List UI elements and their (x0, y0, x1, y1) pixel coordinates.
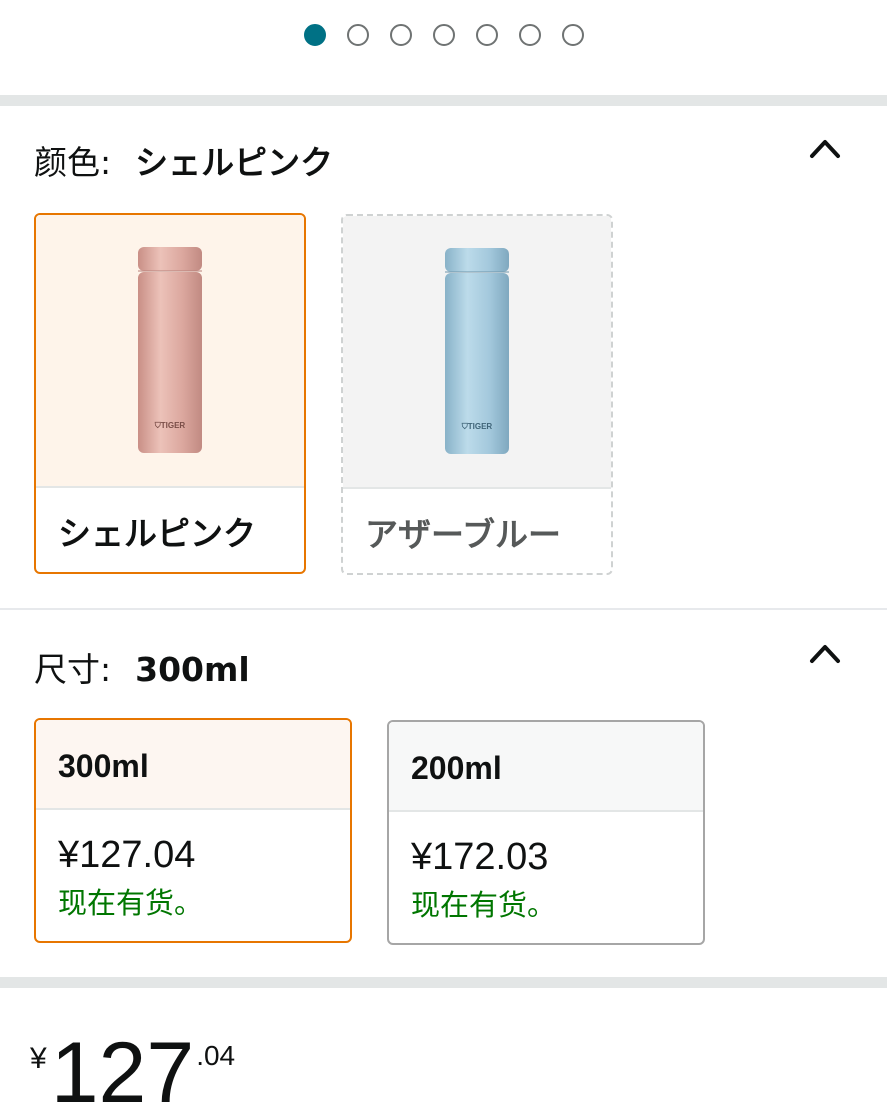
price-whole: 127 (50, 1025, 195, 1110)
size-option-title: 300ml (58, 748, 149, 784)
size-section-header[interactable]: 尺寸: 300ml (34, 643, 250, 691)
color-option-azure-blue[interactable]: ⛉TIGER アザーブルー (341, 214, 613, 575)
price-currency-symbol: ¥ (30, 1042, 47, 1075)
section-divider (0, 608, 887, 610)
color-section-header[interactable]: 颜色: シェルピンク (34, 136, 333, 184)
carousel-dot-1[interactable] (303, 24, 326, 46)
color-option-shell-pink[interactable]: ⛉TIGER シェルピンク (34, 213, 306, 574)
size-option-title: 200ml (411, 750, 502, 786)
carousel-dot-7[interactable] (561, 24, 584, 46)
brand-logo: ⛉TIGER (461, 422, 493, 431)
size-option-price: ¥172.03 (411, 836, 549, 878)
size-selected-value: 300ml (135, 650, 250, 689)
bottle-image-blue: ⛉TIGER (445, 248, 509, 454)
color-option-image: ⛉TIGER (343, 216, 611, 487)
brand-logo: ⛉TIGER (154, 421, 186, 430)
size-option-stock-status: 现在有货。 (58, 886, 204, 920)
chevron-up-icon[interactable] (809, 137, 841, 159)
product-price: ¥ 127 .04 (30, 1022, 235, 1110)
bottle-image-pink: ⛉TIGER (138, 247, 202, 453)
size-option-price: ¥127.04 (58, 834, 196, 876)
color-selected-value: シェルピンク (135, 143, 334, 182)
size-option-stock-status: 现在有货。 (411, 888, 557, 922)
color-option-label: シェルピンク (58, 514, 256, 553)
carousel-pagination (0, 24, 887, 46)
color-option-label: アザーブルー (365, 515, 562, 554)
carousel-dot-4[interactable] (432, 24, 455, 46)
color-label: 颜色: (34, 143, 112, 182)
size-option-200ml[interactable]: 200ml ¥172.03 现在有货。 (387, 720, 705, 945)
carousel-dot-6[interactable] (518, 24, 541, 46)
chevron-up-icon[interactable] (809, 642, 841, 664)
color-option-image: ⛉TIGER (36, 215, 304, 486)
size-option-300ml[interactable]: 300ml ¥127.04 现在有货。 (34, 718, 352, 943)
carousel-dot-2[interactable] (346, 24, 369, 46)
section-divider (0, 95, 887, 106)
size-label: 尺寸: (34, 650, 112, 689)
carousel-dot-3[interactable] (389, 24, 412, 46)
price-fraction: .04 (196, 1040, 236, 1071)
section-divider (0, 977, 887, 988)
carousel-dot-5[interactable] (475, 24, 498, 46)
